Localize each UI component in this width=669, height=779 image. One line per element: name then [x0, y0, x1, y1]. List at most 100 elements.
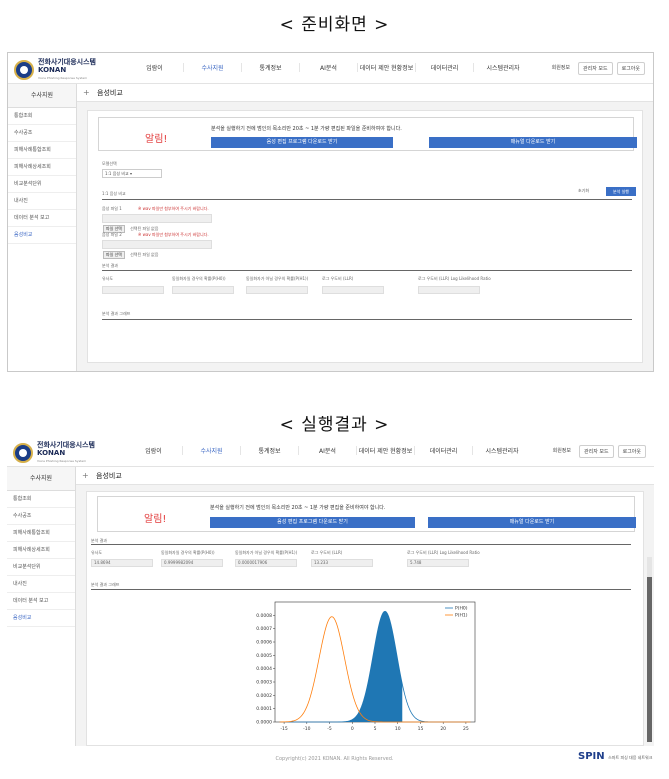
result-value-field [322, 286, 384, 294]
logout-button[interactable]: 로그아웃 [617, 445, 646, 458]
file1-input[interactable]: 파일 선택 선택된 파일 없음 [102, 214, 212, 233]
member-info-link[interactable]: 회원정보 [548, 62, 574, 75]
nav-item[interactable]: 통계정보 [242, 63, 300, 72]
file2-choose-button[interactable]: 파일 선택 [103, 251, 125, 259]
distribution-chart: 0.0000 0.0001 0.0002 0.0003 0.0004 0.0005 0.00… [256, 601, 476, 732]
nav-item-active[interactable]: 수사지원 [184, 63, 242, 72]
sidebar-head: 수사지원 [7, 467, 75, 491]
logo-sub: Voice Phishing Response System [37, 459, 87, 463]
sidebar-item[interactable]: 내사진 [7, 576, 75, 593]
refresh-link[interactable]: 초기화 [578, 188, 589, 194]
analyze-button[interactable]: 분석 실행 [606, 187, 636, 196]
main-nav: 입람이 수사지원 통계정보 AI분석 데이터 제안 현황정보 데이터관리 시스템… [125, 446, 531, 455]
llr-log-value: 5.748 [407, 559, 469, 567]
legend-label: P(H0) [455, 606, 468, 612]
logo-title: 전화사기대응시스템 [38, 58, 96, 66]
page-title: 음성비교 [96, 472, 122, 480]
result-col: 동일화자일 경우의 확률(P(H0)) [161, 550, 215, 555]
sidebar-item[interactable]: 피해사례통합조회 [8, 142, 76, 159]
sidebar: 수사지원 통합조회 수사공조 피해사례통합조회 피해사례상세조회 비교분석단위 … [8, 84, 77, 371]
content-area: + 음성비교 알림! 분석을 실행하기 전에 범인의 목소리만 20초 ~ 1분… [76, 467, 654, 746]
top-bar: 전화사기대응시스템 KONAN Voice Phishing Response … [7, 436, 654, 467]
result-header: 분석 결과 [102, 263, 118, 268]
divider [102, 319, 632, 320]
admin-mode-button[interactable]: 관리자 모드 [579, 445, 614, 458]
nav-item[interactable]: 데이터 제안 현황정보 [358, 63, 416, 72]
y-tick-label: 0.0007 [256, 626, 272, 632]
police-emblem-icon [13, 443, 33, 463]
scrollbar[interactable] [647, 557, 652, 742]
x-tick-label: 5 [374, 726, 377, 732]
logo-title: 전화사기대응시스템 [37, 441, 95, 449]
file1-label: 음성 파일 1 [102, 206, 122, 211]
nav-item[interactable]: 데이터관리 [415, 446, 473, 455]
sidebar-item-active[interactable]: 음성비교 [8, 227, 76, 244]
divider [91, 544, 631, 545]
logo[interactable]: 전화사기대응시스템 KONAN Voice Phishing Response … [14, 58, 96, 82]
sidebar-item[interactable]: 비교분석단위 [7, 559, 75, 576]
sidebar-item[interactable]: 데이터 분석 보고 [7, 593, 75, 610]
scrollbar-thumb[interactable] [647, 577, 652, 742]
result-col: 동일화자일 경우의 확률(P(H0)) [172, 276, 226, 281]
result-value-field [172, 286, 234, 294]
nav-item[interactable]: 통계정보 [241, 446, 299, 455]
download-program-button[interactable]: 음성 편집 프로그램 다운로드 받기 [210, 517, 415, 528]
sidebar-item[interactable]: 데이터 분석 보고 [8, 210, 76, 227]
sidebar-item[interactable]: 통합조회 [7, 491, 75, 508]
result-col: 로그 우도비 (LLR) Log Likelihood Ratio [418, 276, 491, 281]
sidebar-item-active[interactable]: 음성비교 [7, 610, 75, 627]
prep-heading: < 준비화면 > [279, 15, 390, 35]
alert-label: 알림! [144, 514, 167, 525]
nav-item[interactable]: 입람이 [125, 446, 183, 455]
plus-icon[interactable]: + [83, 84, 90, 102]
file2-input[interactable]: 파일 선택 선택된 파일 없음 [102, 240, 212, 259]
download-manual-button[interactable]: 매뉴얼 다운로드 받기 [428, 517, 636, 528]
main-nav: 입람이 수사지원 통계정보 AI분석 데이터 제안 현황정보 데이터관리 시스템… [126, 63, 532, 72]
nav-item[interactable]: 데이터 제안 현황정보 [357, 446, 415, 455]
spin-brand: SPIN [578, 751, 605, 762]
alert-message: 분석을 실행하기 전에 범인의 목소리만 20초 ~ 1분 가량 편집을 준비하… [210, 505, 386, 511]
alert-box: 알림! 분석을 실행하기 전에 범인의 목소리만 20초 ~ 1분 가량 편집된… [98, 117, 637, 151]
result-col: 동일화자가 아닐 경우의 확률(P(H1)) [246, 276, 309, 281]
sidebar-item[interactable]: 수사공조 [7, 508, 75, 525]
alert-label: 알림! [145, 134, 168, 145]
member-info-link[interactable]: 회원정보 [549, 445, 575, 458]
sidebar-item[interactable]: 통합조회 [8, 108, 76, 125]
plus-icon[interactable]: + [82, 467, 89, 485]
nav-item[interactable]: AI분석 [300, 63, 358, 72]
sidebar-item[interactable]: 피해사례상세조회 [7, 542, 75, 559]
y-tick-label: 0.0004 [256, 666, 272, 672]
file2-note: ※ wav 파일만 첨부하여 주시기 바랍니다. [138, 232, 209, 237]
nav-item[interactable]: 시스템관리자 [473, 446, 531, 455]
result-screenshot: 전화사기대응시스템 KONAN Voice Phishing Response … [7, 436, 654, 746]
nav-item[interactable]: 데이터관리 [416, 63, 474, 72]
model-select-value: 1:1 음성 비교 [105, 171, 129, 176]
sidebar-item[interactable]: 비교분석단위 [8, 176, 76, 193]
alert-box: 알림! 분석을 실행하기 전에 범인의 목소리만 20초 ~ 1분 가량 편집을… [97, 496, 636, 532]
nav-item[interactable]: 입람이 [126, 63, 184, 72]
spin-logo: SPIN 스마트 피싱 대응 네트워크 [578, 751, 652, 762]
graph-header: 분석 결과 그래프 [91, 582, 120, 587]
logo-brand: KONAN [38, 66, 67, 74]
result-col: 유사도 [91, 550, 103, 555]
x-tick-label: 10 [395, 726, 401, 732]
sidebar-item[interactable]: 내사진 [8, 193, 76, 210]
main-card: 알림! 분석을 실행하기 전에 범인의 목소리만 20초 ~ 1분 가량 편집을… [86, 491, 644, 746]
llr-value: 13.233 [311, 559, 373, 567]
sidebar-item[interactable]: 피해사례상세조회 [8, 159, 76, 176]
download-program-button[interactable]: 음성 편집 프로그램 다운로드 받기 [211, 137, 393, 148]
logout-button[interactable]: 로그아웃 [616, 62, 645, 75]
sidebar-item[interactable]: 피해사례통합조회 [7, 525, 75, 542]
nav-item[interactable]: AI분석 [299, 446, 357, 455]
nav-item-active[interactable]: 수사지원 [183, 446, 241, 455]
p-h1-value: 0.0000017906 [235, 559, 297, 567]
admin-mode-button[interactable]: 관리자 모드 [578, 62, 613, 75]
x-tick-label: -5 [327, 726, 332, 732]
download-manual-button[interactable]: 매뉴얼 다운로드 받기 [429, 137, 637, 148]
sidebar-item[interactable]: 수사공조 [8, 125, 76, 142]
x-tick-label: -10 [303, 726, 310, 732]
util-links: 회원정보 관리자 모드 로그아웃 [548, 62, 645, 75]
nav-item[interactable]: 시스템관리자 [474, 63, 532, 72]
model-select[interactable]: 1:1 음성 비교 ▾ [102, 169, 162, 178]
logo[interactable]: 전화사기대응시스템 KONAN Voice Phishing Response … [13, 441, 95, 465]
